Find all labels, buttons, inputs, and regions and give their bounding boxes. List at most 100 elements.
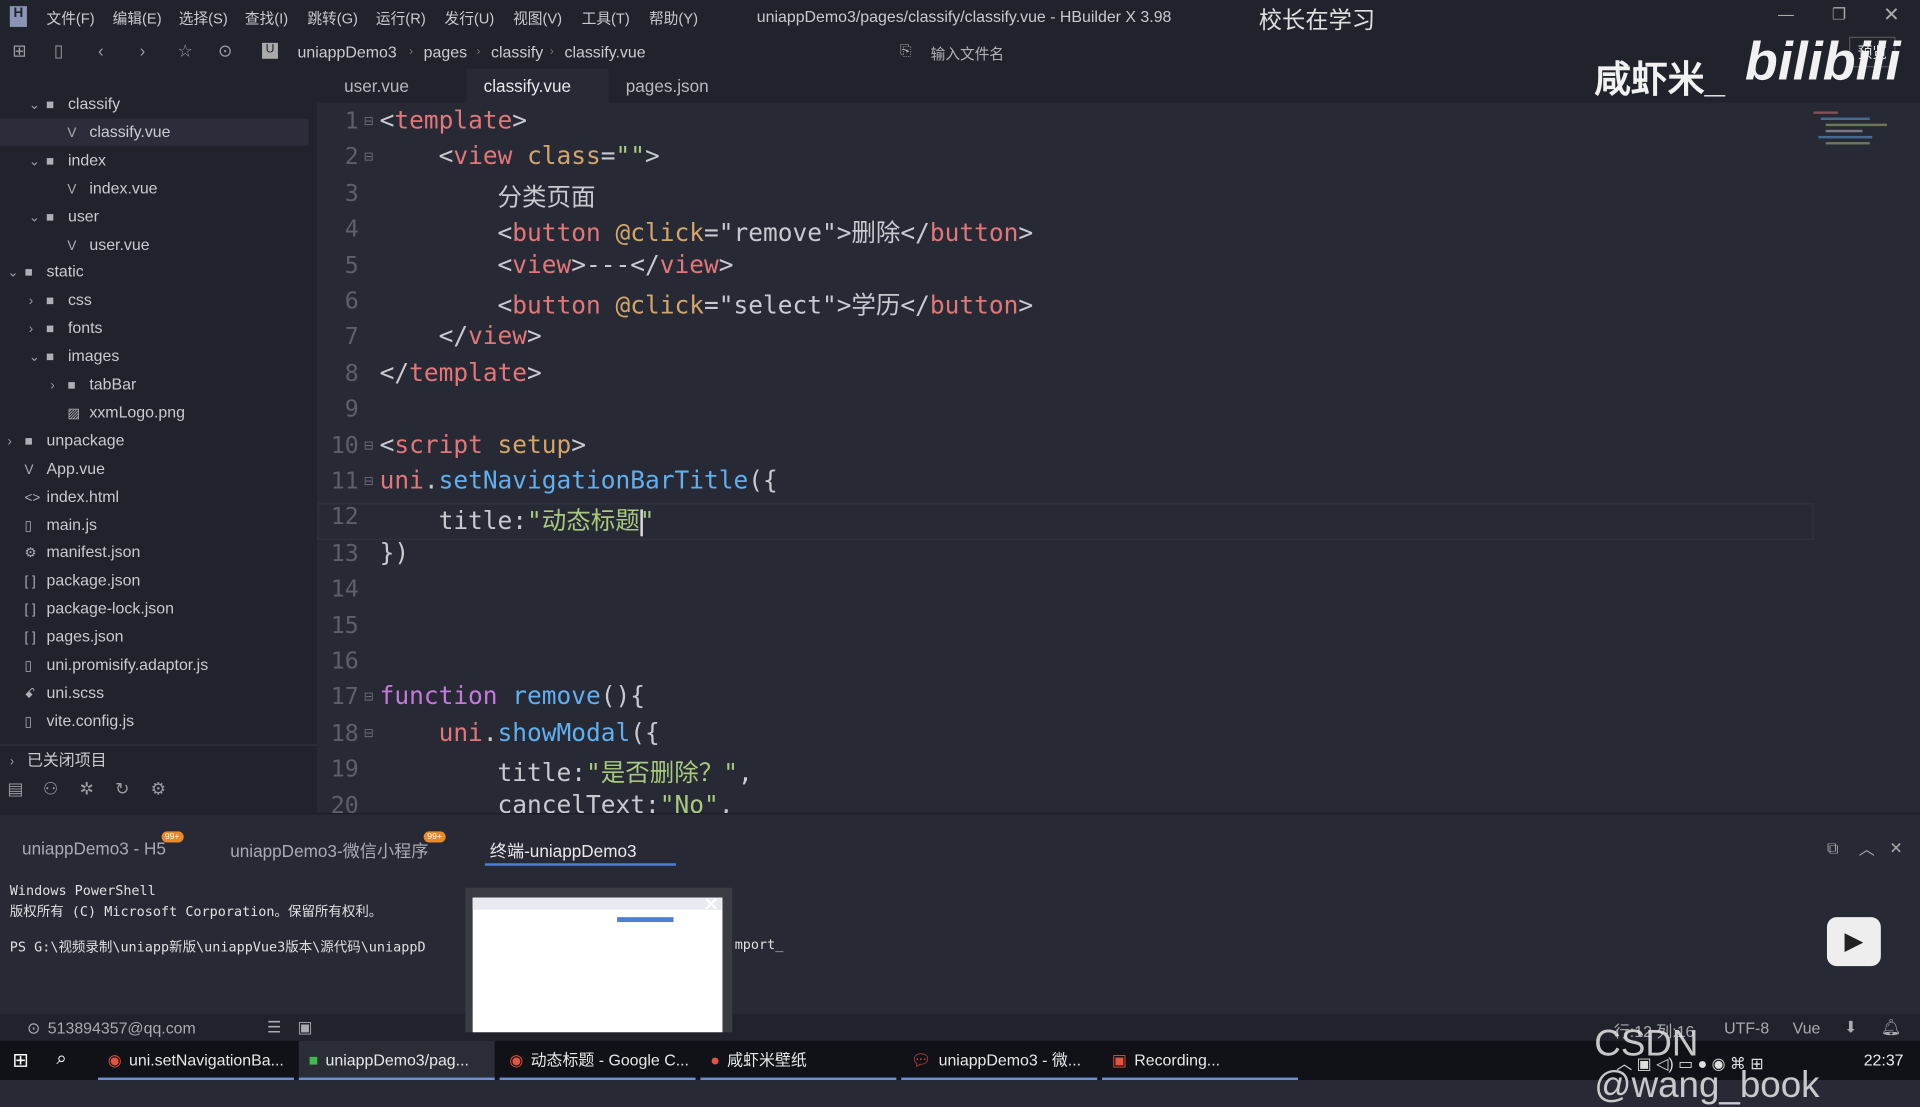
tree-item-package-json[interactable]: [ ] package.json	[0, 567, 309, 594]
menu-item[interactable]: 工具(T)	[582, 7, 630, 28]
list-icon[interactable]: ☰	[267, 1018, 281, 1038]
code-editor[interactable]: 1 ⊟ <template> 2 ⊟ <view class=""> 3 分类页面 4 <b…	[317, 102, 1920, 814]
code-token: </	[379, 357, 410, 387]
code-token: >	[527, 357, 542, 387]
taskbar-item[interactable]: 💬︎ uniappDemo3 - 微...	[901, 1041, 1098, 1081]
fold-icon[interactable]: ⊟	[364, 151, 374, 164]
code-token: 分类页面	[379, 182, 596, 212]
menu-item[interactable]: 视图(V)	[513, 7, 562, 28]
tree-item-index[interactable]: ⌄ ■ index	[0, 147, 309, 174]
minimize-button[interactable]: —	[1778, 5, 1794, 23]
restore-button[interactable]: ❐	[1832, 5, 1846, 25]
line-number: 19	[330, 755, 359, 783]
maximize-panel-icon[interactable]: ⧉	[1827, 839, 1838, 859]
breadcrumb-item[interactable]: classify	[491, 43, 543, 61]
account-label[interactable]: 513894357@qq.com	[48, 1019, 196, 1037]
line-number: 18	[330, 719, 359, 747]
folder-icon[interactable]: ▤	[7, 779, 23, 800]
breadcrumb-item[interactable]: pages	[424, 43, 467, 61]
binoculars-icon[interactable]: ⚇	[43, 779, 58, 800]
close-panel-icon[interactable]: ✕	[1889, 839, 1902, 859]
project-icon: U	[262, 42, 278, 59]
tree-item-fonts[interactable]: › ■ fonts	[0, 315, 309, 342]
tree-item-index-vue[interactable]: Vindex.vue	[0, 175, 309, 202]
save-icon[interactable]: ▯	[54, 40, 63, 61]
menu-item[interactable]: 发行(U)	[444, 7, 494, 28]
tree-item-uni-scss[interactable]: ꗃ uni.scss	[0, 679, 309, 706]
tab-user-vue[interactable]: user.vue	[327, 69, 426, 103]
plugin-icon[interactable]: ⚙	[151, 779, 166, 800]
taskbar-item[interactable]: ■ uniappDemo3/pag...	[298, 1040, 495, 1081]
tree-item-xxmlogo-png[interactable]: ▨ xxmLogo.png	[0, 399, 309, 426]
forward-icon[interactable]: ›	[140, 40, 146, 60]
taskbar-item[interactable]: ▣ Recording...	[1102, 1041, 1298, 1081]
menu-item[interactable]: 跳转(G)	[307, 7, 358, 28]
taskbar-item[interactable]: ◉ uni.setNavigationBa...	[97, 1041, 294, 1081]
play-icon: ▶	[1826, 917, 1881, 967]
tree-item-tabbar[interactable]: › ■ tabBar	[0, 371, 309, 398]
panel-tab[interactable]: uniappDemo3 - H5 99+	[22, 831, 184, 858]
folder-icon: ■	[45, 350, 55, 366]
menu-item[interactable]: 帮助(Y)	[649, 7, 698, 28]
tab-classify-vue[interactable]: classify.vue	[466, 68, 609, 103]
back-icon[interactable]: ‹	[98, 40, 104, 60]
chevron-up-icon[interactable]: ︿	[1859, 836, 1875, 859]
menu-item[interactable]: 查找(I)	[245, 7, 288, 28]
minimap[interactable]	[1813, 108, 1899, 255]
close-button[interactable]: ✕	[1883, 2, 1899, 26]
fold-icon[interactable]: ⊟	[364, 691, 374, 704]
star-icon[interactable]: ☆	[178, 40, 193, 61]
line-number: 1	[344, 107, 359, 135]
code-token: uni	[379, 465, 424, 495]
tree-item-main-js[interactable]: ▯ main.js	[0, 511, 309, 538]
terminal-prompt[interactable]: PS G:\视频录制\uniapp新版\uniappVue3版本\源代码\uni…	[10, 937, 426, 957]
refresh-icon[interactable]: ↻	[115, 779, 129, 800]
fold-icon[interactable]: ⊟	[364, 727, 374, 740]
tree-item-vite-config-js[interactable]: ▯ vite.config.js	[0, 708, 309, 735]
tree-item-pages-json[interactable]: [ ] pages.json	[0, 623, 309, 650]
fold-icon[interactable]: ⊟	[364, 115, 374, 128]
tree-item-css[interactable]: › ■ css	[0, 287, 309, 314]
menu-item[interactable]: 文件(F)	[47, 7, 95, 28]
fold-icon[interactable]: ⊟	[364, 439, 374, 452]
console-icon[interactable]: ▣	[298, 1018, 313, 1038]
windows-start-icon[interactable]: ⊞	[12, 1048, 28, 1072]
search-icon[interactable]: ⌕	[56, 1048, 66, 1069]
new-file-icon[interactable]: ⊞	[12, 40, 26, 61]
tree-item-classify-vue[interactable]: Vclassify.vue	[0, 118, 309, 146]
breadcrumb-item[interactable]: uniappDemo3	[298, 43, 397, 61]
taskbar-item[interactable]: ◉ 动态标题 - Google C...	[499, 1041, 696, 1081]
tree-item-user-vue[interactable]: Vuser.vue	[0, 231, 309, 258]
run-icon[interactable]: ⊙	[218, 40, 232, 61]
taskbar-item-label: uniappDemo3 - 微...	[938, 1050, 1082, 1069]
close-preview-icon[interactable]: ✕	[703, 893, 719, 917]
tree-item-uni-promisify-adaptor-js[interactable]: ▯ uni.promisify.adaptor.js	[0, 651, 309, 678]
file-search-input[interactable]: 输入文件名	[931, 43, 1004, 64]
tree-item-user[interactable]: ⌄ ■ user	[0, 203, 309, 230]
tree-item-unpackage[interactable]: › ■ unpackage	[0, 427, 309, 454]
code-token: button	[512, 218, 601, 248]
fold-icon[interactable]: ⊟	[364, 475, 374, 488]
tab-pages-json[interactable]: pages.json	[609, 69, 726, 103]
closed-projects[interactable]: › 已关闭项目	[10, 747, 107, 774]
menu-item[interactable]: 编辑(E)	[113, 7, 162, 28]
tree-item-static[interactable]: ⌄ ■ static	[0, 259, 309, 286]
bug-icon[interactable]: ✲	[80, 779, 94, 800]
tree-item-app-vue[interactable]: V App.vue	[0, 455, 309, 482]
breadcrumb-item[interactable]: classify.vue	[564, 43, 645, 61]
tree-item-images[interactable]: ⌄ ■ images	[0, 343, 309, 370]
json-file-icon: [ ]	[24, 602, 36, 618]
menu-item[interactable]: 选择(S)	[179, 7, 228, 28]
code-token: .	[482, 717, 498, 747]
tree-item-index-html[interactable]: <> index.html	[0, 483, 309, 510]
tree-item-package-lock-json[interactable]: [ ] package-lock.json	[0, 595, 309, 622]
panel-tab[interactable]: 终端-uniappDemo3	[490, 839, 637, 863]
taskbar-item[interactable]: ● 咸虾米壁纸	[700, 1041, 897, 1081]
tree-item-classify[interactable]: ⌄ ■ classify	[0, 91, 309, 118]
taskbar-thumbnail-preview[interactable]: ✕	[465, 887, 733, 1033]
menu-item[interactable]: 运行(R)	[376, 7, 426, 28]
project-explorer: ⌄ ■ classify Vclassify.vue ⌄ ■ index Vindex.vue…	[0, 68, 318, 814]
panel-tab[interactable]: uniappDemo3-微信小程序 99+	[230, 831, 446, 863]
line-number: 16	[330, 647, 359, 675]
tree-item-manifest-json[interactable]: ⚙ manifest.json	[0, 539, 309, 566]
